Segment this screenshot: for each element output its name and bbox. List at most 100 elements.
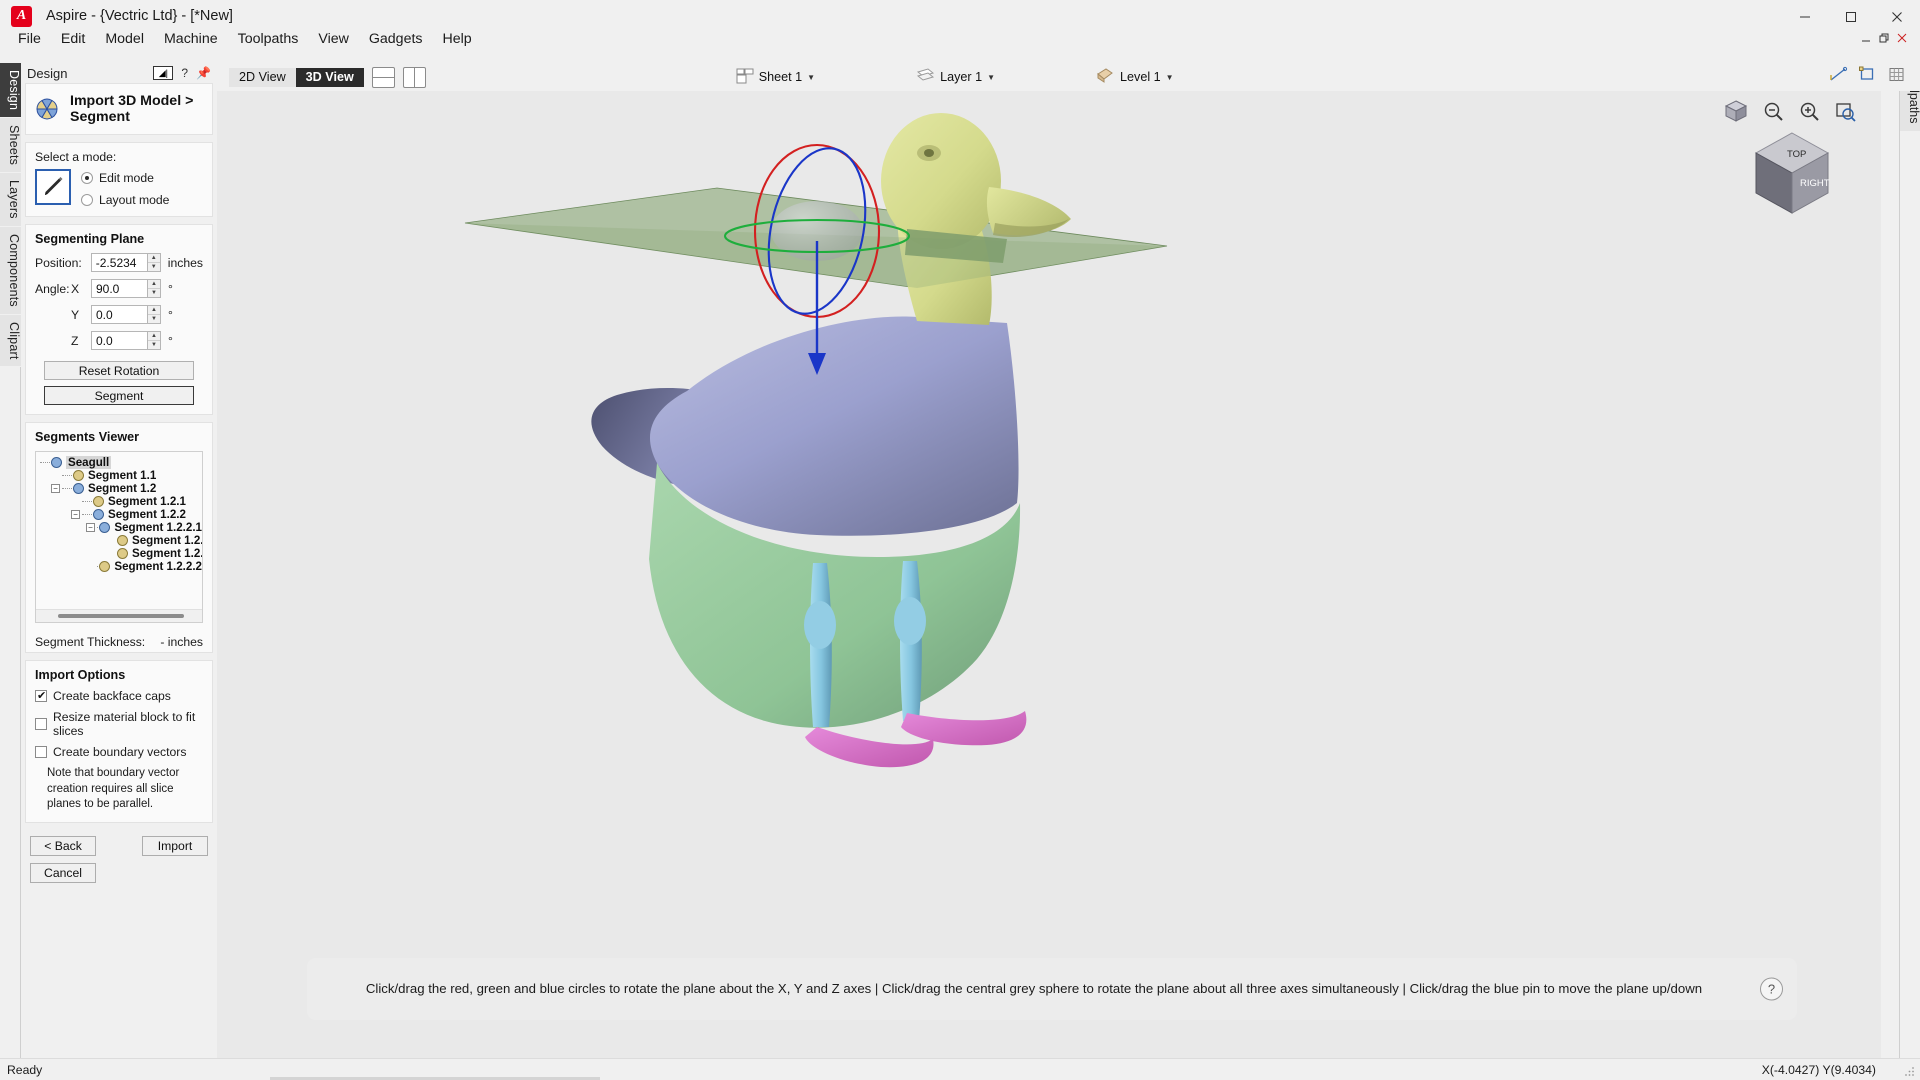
tree-horizontal-scrollbar[interactable]: [36, 609, 202, 622]
chevron-down-icon[interactable]: ▼: [987, 73, 995, 82]
radio-edit-mode-indicator: [81, 172, 93, 184]
split-vertical-icon[interactable]: [403, 67, 426, 88]
tree-toggle-icon[interactable]: −: [86, 523, 95, 532]
minimize-doc-icon[interactable]: [1861, 32, 1872, 47]
grid-icon[interactable]: [1888, 66, 1906, 88]
radio-edit-mode[interactable]: Edit mode: [81, 171, 169, 185]
angle-z-input[interactable]: [91, 331, 147, 350]
sheet-selector[interactable]: Sheet 1 ▼: [736, 68, 815, 87]
view-cube-icon[interactable]: [1723, 99, 1749, 129]
segmenting-plane-card: Segmenting Plane Position: ▲▼ inches Ang…: [25, 224, 213, 415]
angle-y-stepper[interactable]: ▲▼: [147, 305, 161, 324]
panel-footer: < Back Import Cancel: [21, 830, 217, 883]
level-selector[interactable]: Level 1 ▼: [1095, 68, 1174, 87]
checkbox-create-backface-caps[interactable]: Create backface caps: [35, 689, 203, 703]
import-options-note: Note that boundary vector creation requi…: [35, 766, 203, 813]
tree-node-label: Segment 1.2.2.1.2: [132, 547, 203, 560]
split-horizontal-icon[interactable]: [372, 67, 395, 88]
tree-node-segment-1-2-2-2[interactable]: Segment 1.2.2.2: [38, 560, 202, 573]
tree-node-segment-1-2-1[interactable]: Segment 1.2.1: [38, 495, 202, 508]
checkbox-label: Resize material block to fit slices: [53, 710, 203, 738]
angle-z-stepper[interactable]: ▲▼: [147, 331, 161, 350]
checkbox-create-boundary-vectors[interactable]: Create boundary vectors: [35, 745, 203, 759]
3d-model-render[interactable]: [217, 91, 1881, 1058]
zoom-window-icon[interactable]: [1835, 101, 1857, 127]
model-pupil: [924, 149, 934, 157]
navigation-view-cube[interactable]: TOP RIGHT: [1748, 129, 1836, 217]
sidebar-tab-sheets[interactable]: Sheets: [0, 118, 21, 173]
tab-3d-view[interactable]: 3D View: [296, 68, 364, 87]
sidebar-tab-layers[interactable]: Layers: [0, 173, 21, 227]
left-tab-strip: Design Sheets Layers Components Clipart: [0, 63, 21, 1058]
angle-x-input[interactable]: [91, 279, 147, 298]
tree-node-segment-1-1[interactable]: Segment 1.1: [38, 469, 202, 482]
menu-help[interactable]: Help: [433, 28, 482, 50]
pin-icon[interactable]: 📌: [196, 66, 211, 80]
help-icon[interactable]: ?: [181, 66, 188, 80]
sidebar-tab-components[interactable]: Components: [0, 227, 21, 315]
angle-z-axis-label: Z: [71, 334, 91, 348]
tree-node-segment-1-2-2-1[interactable]: − Segment 1.2.2.1: [38, 521, 202, 534]
tree-node-segment-1-2-2-1-2[interactable]: Segment 1.2.2.1.2: [38, 547, 202, 560]
sidebar-tab-design[interactable]: Design: [0, 63, 21, 118]
checkbox-resize-material-block[interactable]: Resize material block to fit slices: [35, 710, 203, 738]
measure-icon[interactable]: [1829, 66, 1848, 88]
tree-node-segment-1-2[interactable]: − Segment 1.2: [38, 482, 202, 495]
tab-2d-view[interactable]: 2D View: [229, 68, 296, 87]
checkbox-indicator: [35, 690, 47, 702]
layer-selector[interactable]: Layer 1 ▼: [915, 68, 995, 87]
import-options-card: Import Options Create backface caps Resi…: [25, 660, 213, 823]
radio-layout-mode[interactable]: Layout mode: [81, 193, 169, 207]
position-input[interactable]: [91, 253, 147, 272]
restore-doc-icon[interactable]: [1879, 32, 1890, 47]
zoom-out-icon[interactable]: [1763, 101, 1785, 127]
import-button[interactable]: Import: [142, 836, 208, 856]
cancel-button[interactable]: Cancel: [30, 863, 96, 883]
selection-box-icon[interactable]: [1859, 66, 1877, 88]
position-stepper[interactable]: ▲▼: [147, 253, 161, 272]
angle-z-unit: °: [168, 334, 173, 348]
angle-y-input[interactable]: [91, 305, 147, 324]
menu-edit[interactable]: Edit: [51, 28, 95, 50]
level-label: Level 1: [1120, 70, 1161, 84]
edit-pencil-icon[interactable]: [35, 169, 71, 205]
tree-node-seagull[interactable]: Seagull: [38, 456, 202, 469]
menu-toolpaths[interactable]: Toolpaths: [228, 28, 309, 50]
menu-file[interactable]: File: [8, 28, 51, 50]
angle-y-axis-label: Y: [71, 308, 91, 322]
tree-node-segment-1-2-2[interactable]: − Segment 1.2.2: [38, 508, 202, 521]
help-question-icon[interactable]: ?: [1760, 978, 1783, 1001]
sidebar-tab-clipart[interactable]: Clipart: [0, 315, 21, 368]
page-title: Import 3D Model > Segment: [70, 93, 204, 125]
close-doc-icon[interactable]: [1897, 32, 1908, 47]
chevron-down-icon[interactable]: ▼: [807, 73, 815, 82]
3d-viewport[interactable]: TOP RIGHT Click/drag the red, green and …: [217, 91, 1881, 1058]
panel-title-card: Import 3D Model > Segment: [25, 83, 213, 135]
zoom-in-icon[interactable]: [1799, 101, 1821, 127]
menu-machine[interactable]: Machine: [154, 28, 228, 50]
menu-gadgets[interactable]: Gadgets: [359, 28, 433, 50]
tree-node-label: Segment 1.2.2.1.1: [132, 534, 203, 547]
menu-model[interactable]: Model: [95, 28, 154, 50]
viewcube-top-label: TOP: [1787, 149, 1806, 160]
node-bead-icon: [73, 470, 84, 481]
radio-edit-mode-label: Edit mode: [99, 171, 154, 185]
collapse-panel-icon[interactable]: ◢|: [153, 66, 173, 80]
chevron-down-icon[interactable]: ▼: [1166, 73, 1174, 82]
angle-y-field-row: Y ▲▼ °: [35, 305, 203, 324]
reset-rotation-button[interactable]: Reset Rotation: [44, 361, 194, 380]
scrollbar-thumb[interactable]: [58, 614, 184, 618]
segments-tree[interactable]: Seagull Segment 1.1 − Segment 1.2: [35, 451, 203, 623]
resize-grip-icon[interactable]: [1903, 1064, 1916, 1077]
tree-node-segment-1-2-2-1-1[interactable]: Segment 1.2.2.1.1: [38, 534, 202, 547]
model-body: [650, 317, 1019, 536]
select-mode-heading: Select a mode:: [35, 150, 203, 164]
segment-wizard-icon: [34, 97, 60, 121]
angle-x-stepper[interactable]: ▲▼: [147, 279, 161, 298]
segment-button[interactable]: Segment: [44, 386, 194, 405]
tree-toggle-icon[interactable]: −: [71, 510, 80, 519]
angle-y-unit: °: [168, 308, 173, 322]
back-button[interactable]: < Back: [30, 836, 96, 856]
tree-toggle-icon[interactable]: −: [51, 484, 60, 493]
menu-view[interactable]: View: [308, 28, 359, 50]
